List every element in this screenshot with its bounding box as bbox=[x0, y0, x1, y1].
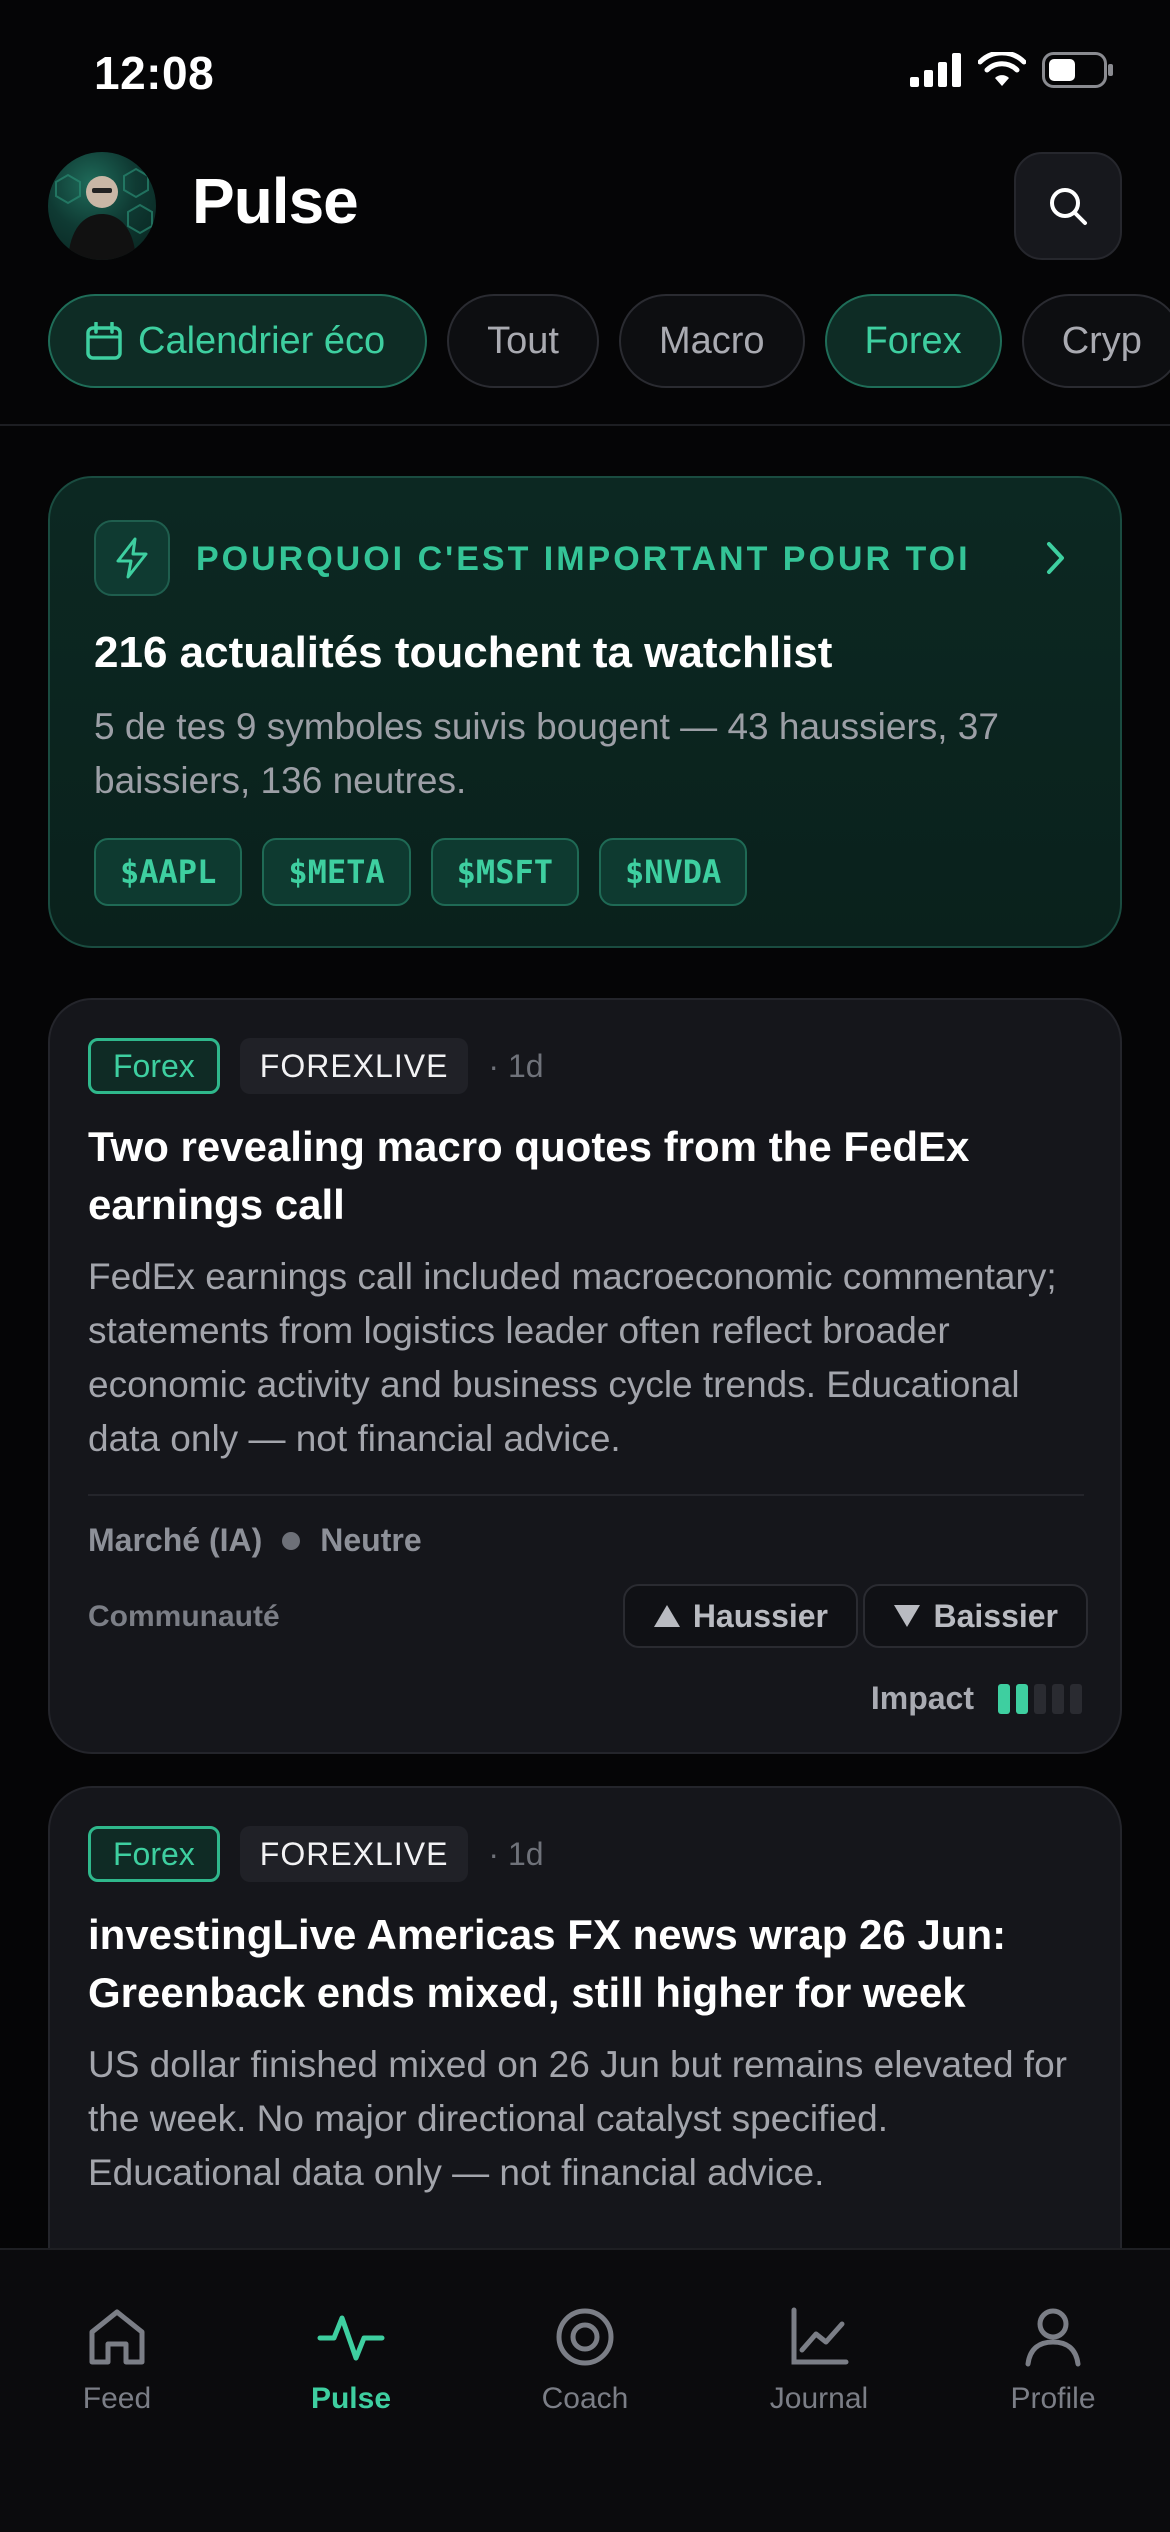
impact-indicator: Impact bbox=[871, 1680, 1082, 1717]
news-card[interactable]: Forex FOREXLIVE · 1d Two revealing macro… bbox=[48, 998, 1122, 1754]
ticker-tag[interactable]: $MSFT bbox=[430, 838, 579, 906]
bolt-badge bbox=[94, 520, 170, 596]
category-tag: Forex bbox=[88, 1038, 220, 1094]
chart-line-icon bbox=[791, 2307, 849, 2365]
tab-pulse[interactable]: Pulse bbox=[234, 2250, 468, 2532]
neutral-dot-icon bbox=[282, 1531, 301, 1550]
impact-label: Impact bbox=[870, 1680, 974, 1716]
ticker-tag[interactable]: $AAPL bbox=[94, 838, 243, 906]
ticker-tag[interactable]: $META bbox=[262, 838, 411, 906]
tab-profile[interactable]: Profile bbox=[936, 2250, 1170, 2532]
calendar-icon bbox=[86, 322, 122, 360]
tab-feed-label: Feed bbox=[82, 2382, 152, 2415]
chip-calendar-label: Calendrier éco bbox=[138, 319, 386, 362]
bolt-icon bbox=[116, 537, 148, 579]
watchlist-title: 216 actualités touchent ta watchlist bbox=[94, 628, 833, 677]
impact-bar bbox=[1016, 1683, 1028, 1714]
impact-bar bbox=[1070, 1683, 1082, 1714]
tab-feed[interactable]: Feed bbox=[0, 2250, 234, 2532]
status-icons bbox=[910, 52, 1114, 88]
watchlist-insight-card[interactable]: POURQUOI C'EST IMPORTANT POUR TOI 216 ac… bbox=[48, 476, 1122, 948]
watchlist-kicker: POURQUOI C'EST IMPORTANT POUR TOI bbox=[196, 540, 971, 578]
news-summary: FedEx earnings call included macroeconom… bbox=[88, 1256, 1057, 1459]
header: Pulse bbox=[0, 140, 1170, 270]
wifi-icon bbox=[978, 52, 1026, 86]
tab-journal[interactable]: Journal bbox=[702, 2250, 936, 2532]
tab-coach-label: Coach bbox=[541, 2382, 629, 2415]
time-ago: · 1d bbox=[488, 1835, 544, 1872]
triangle-up-icon bbox=[653, 1605, 680, 1627]
avatar-person-icon bbox=[55, 167, 153, 260]
chip-calendar[interactable]: Calendrier éco bbox=[48, 294, 428, 388]
pulse-icon bbox=[317, 2315, 385, 2361]
status-time: 12:08 bbox=[94, 47, 215, 99]
category-tag: Forex bbox=[88, 1826, 220, 1882]
tab-profile-label: Profile bbox=[1010, 2382, 1096, 2415]
status-bar: 12:08 bbox=[0, 0, 1170, 140]
triangle-down-icon bbox=[894, 1605, 921, 1627]
community-vote-row: Communauté Haussier Baissier bbox=[88, 1584, 1088, 1650]
tab-coach[interactable]: Coach bbox=[468, 2250, 702, 2532]
impact-bar bbox=[1052, 1683, 1064, 1714]
ticker-tag[interactable]: $NVDA bbox=[598, 838, 748, 906]
impact-bar bbox=[998, 1683, 1010, 1714]
chip-forex[interactable]: Forex bbox=[824, 294, 1002, 388]
news-summary: US dollar finished mixed on 26 Jun but r… bbox=[88, 2044, 1067, 2193]
chip-tout[interactable]: Tout bbox=[447, 294, 599, 388]
avatar[interactable] bbox=[48, 152, 156, 260]
impact-bars bbox=[998, 1683, 1082, 1714]
user-icon bbox=[1025, 2308, 1081, 2367]
time-ago: · 1d bbox=[488, 1047, 544, 1084]
card-divider bbox=[88, 1494, 1084, 1496]
chevron-right-icon bbox=[1044, 538, 1068, 583]
market-sentiment: Marché (IA) Neutre bbox=[88, 1522, 422, 1559]
signal-icon bbox=[910, 53, 961, 87]
bearish-vote-button[interactable]: Baissier bbox=[863, 1584, 1088, 1648]
news-title: Two revealing macro quotes from the FedE… bbox=[88, 1123, 970, 1228]
page-title: Pulse bbox=[192, 165, 359, 237]
watchlist-tickers: $AAPL $META $MSFT $NVDA bbox=[94, 838, 748, 906]
tab-pulse-label: Pulse bbox=[310, 2382, 392, 2415]
impact-bar bbox=[1034, 1683, 1046, 1714]
tab-journal-label: Journal bbox=[769, 2382, 869, 2415]
chip-macro[interactable]: Macro bbox=[618, 294, 805, 388]
market-label: Marché (IA) bbox=[88, 1522, 263, 1558]
header-divider bbox=[0, 424, 1170, 426]
bullish-label: Haussier bbox=[692, 1597, 828, 1634]
bearish-label: Baissier bbox=[933, 1597, 1058, 1634]
bullish-vote-button[interactable]: Haussier bbox=[622, 1584, 858, 1648]
bottom-tab-bar: Feed Pulse Coach Journal Profile bbox=[0, 2248, 1170, 2532]
source-tag: FOREXLIVE bbox=[239, 1038, 469, 1094]
battery-icon bbox=[1042, 52, 1113, 88]
community-label: Communauté bbox=[88, 1600, 280, 1633]
market-value: Neutre bbox=[320, 1522, 422, 1558]
news-meta: Forex FOREXLIVE · 1d bbox=[88, 1826, 544, 1882]
search-icon bbox=[1050, 188, 1087, 225]
home-icon bbox=[89, 2309, 145, 2365]
news-title: investingLive Americas FX news wrap 26 J… bbox=[88, 1911, 1007, 2016]
filter-chips: Calendrier éco Tout Macro Forex Cryp bbox=[48, 294, 1170, 388]
source-tag: FOREXLIVE bbox=[239, 1826, 469, 1882]
search-button[interactable] bbox=[1014, 152, 1122, 260]
news-meta: Forex FOREXLIVE · 1d bbox=[88, 1038, 544, 1094]
watchlist-subtitle: 5 de tes 9 symboles suivis bougent — 43 … bbox=[94, 706, 999, 801]
chip-crypto[interactable]: Cryp bbox=[1021, 294, 1170, 388]
target-icon bbox=[556, 2308, 614, 2366]
